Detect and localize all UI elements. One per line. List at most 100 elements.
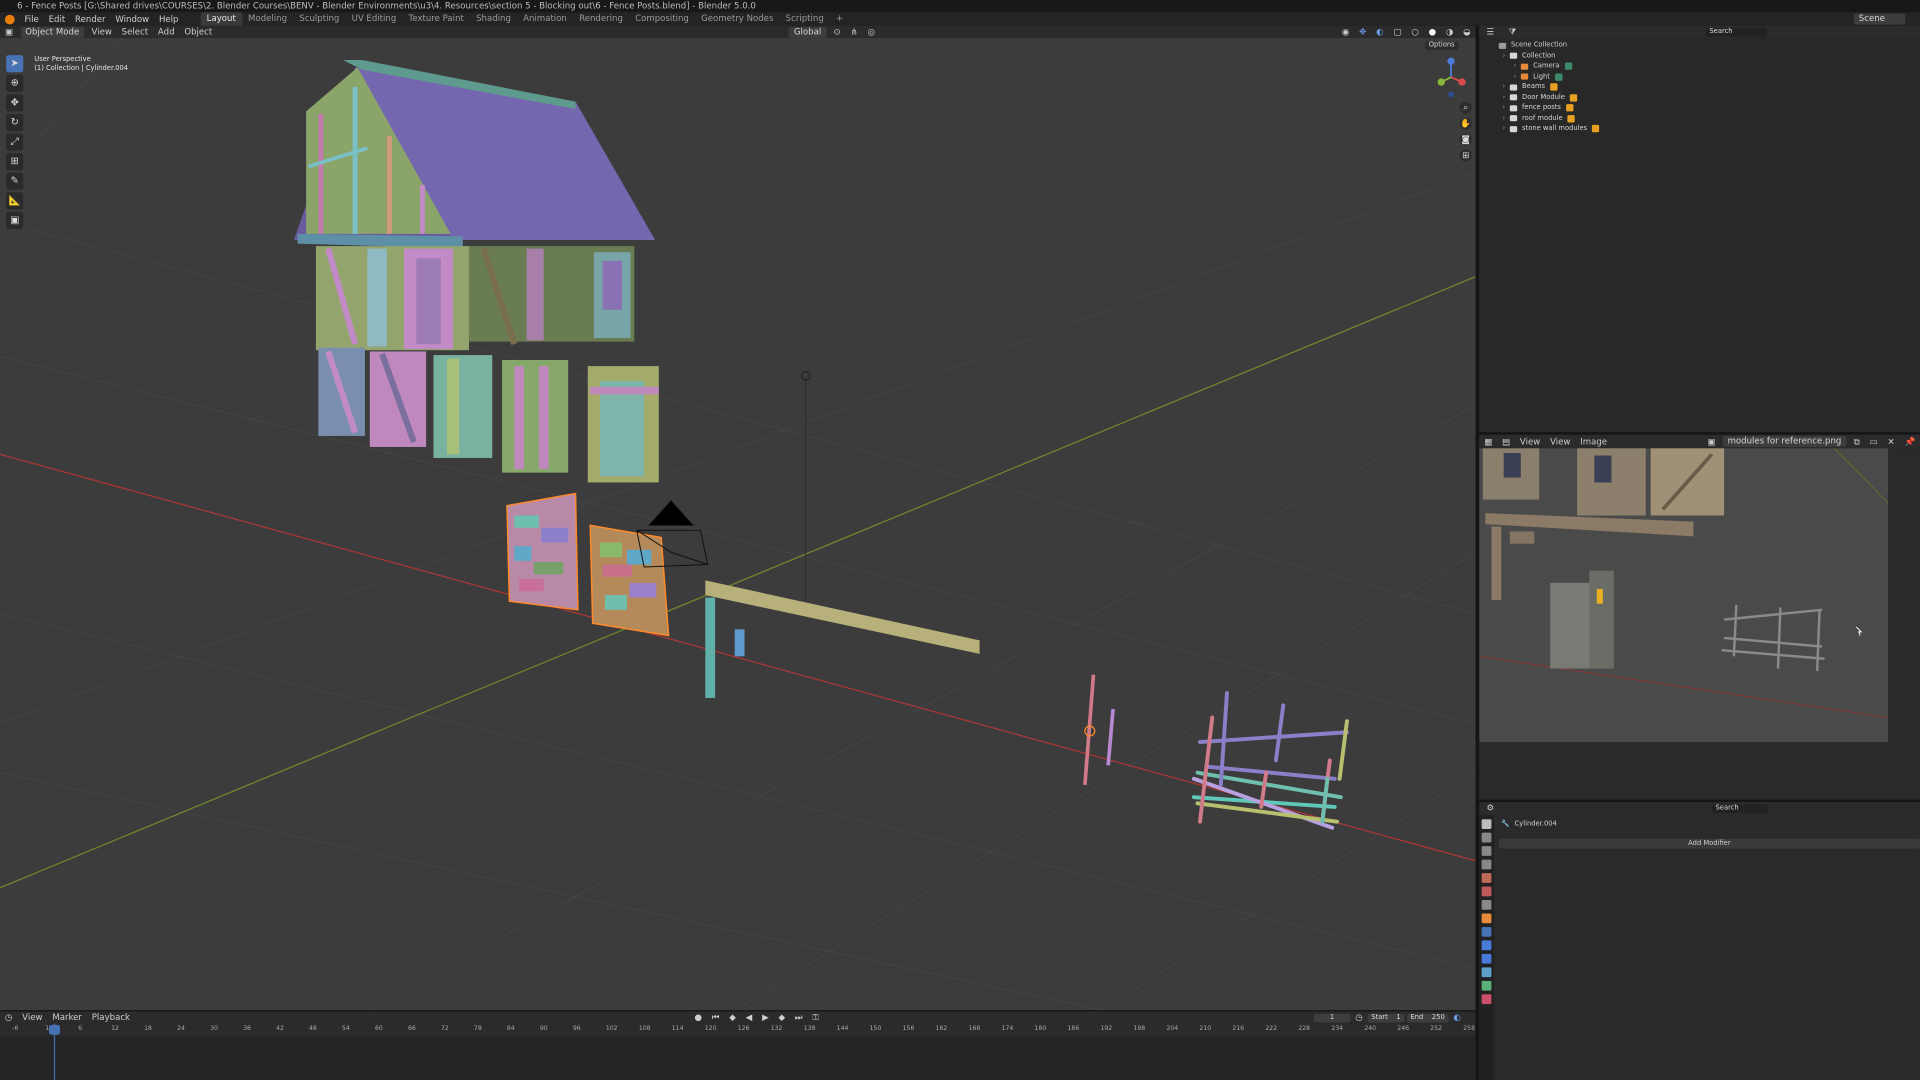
tab-shading[interactable]: Shading	[470, 12, 517, 25]
add-workspace-button[interactable]: +	[830, 12, 849, 25]
end-frame-field[interactable]: End 250	[1406, 1013, 1449, 1022]
menu-file[interactable]: File	[20, 14, 44, 24]
chevron-icon[interactable]: ›	[1502, 103, 1509, 113]
snap-icon[interactable]: ⋔	[846, 26, 863, 38]
shading-rendered-icon[interactable]: ◒	[1458, 26, 1475, 38]
shading-solid-icon[interactable]: ●	[1424, 26, 1441, 38]
keying-icon[interactable]: ⚿	[808, 1011, 824, 1023]
scene-tab-icon[interactable]	[1481, 873, 1492, 883]
chevron-icon[interactable]: ›	[1502, 92, 1509, 102]
tab-scripting[interactable]: Scripting	[780, 12, 830, 25]
filter-icon[interactable]: ⧩	[1504, 26, 1521, 38]
tab-animation[interactable]: Animation	[517, 12, 573, 25]
chevron-icon[interactable]: ›	[1502, 124, 1509, 134]
shading-material-icon[interactable]: ◑	[1441, 26, 1458, 38]
chevron-icon[interactable]: ›	[1502, 82, 1509, 92]
prev-keyframe-icon[interactable]: ◆	[724, 1011, 740, 1023]
mode-selector[interactable]: Object Mode	[20, 26, 85, 38]
image-menu-view-0[interactable]: View	[1515, 437, 1545, 447]
viewport-menu-view[interactable]: View	[87, 27, 117, 37]
chevron-icon[interactable]: ›	[1513, 72, 1520, 82]
blender-logo-icon[interactable]	[4, 14, 15, 24]
image-editor-type-icon[interactable]: ▦	[1479, 435, 1497, 447]
tab-geometry-nodes[interactable]: Geometry Nodes	[695, 12, 780, 25]
preview-range-icon[interactable]: ◷	[1350, 1011, 1367, 1023]
current-frame-field[interactable]: 1	[1313, 1013, 1351, 1022]
object-name-field[interactable]: Cylinder.004	[1515, 820, 1557, 827]
outliner-item-roof-module[interactable]: › roof module	[1491, 113, 1920, 123]
output-tab-icon[interactable]	[1481, 846, 1492, 856]
navigation-gizmo[interactable]	[1433, 55, 1475, 102]
outliner-item-door-module[interactable]: › Door Module	[1491, 92, 1920, 102]
timeline-menu-view[interactable]: View	[17, 1013, 47, 1023]
shading-wireframe-icon[interactable]: ○	[1406, 26, 1423, 38]
image-view-mode-icon[interactable]: ▤	[1497, 435, 1515, 447]
ortho-toggle-icon[interactable]: ⊞	[1459, 149, 1472, 162]
chevron-icon[interactable]: ›	[1502, 113, 1509, 123]
proportional-edit-icon[interactable]: ◎	[863, 26, 880, 38]
jump-start-icon[interactable]: ⏮	[707, 1011, 725, 1023]
zoom-icon[interactable]: ⌕	[1459, 101, 1472, 114]
rotate-tool-icon[interactable]: ↻	[6, 113, 24, 132]
overlay-toggle-icon[interactable]: ◐	[1371, 26, 1388, 38]
collection-tab-icon[interactable]	[1481, 900, 1492, 910]
modifier-tab-icon[interactable]	[1481, 926, 1492, 937]
timeline-menu-playback[interactable]: Playback	[87, 1013, 135, 1023]
menu-edit[interactable]: Edit	[44, 14, 70, 24]
menu-render[interactable]: Render	[70, 14, 110, 24]
outliner-item-light[interactable]: › Light	[1491, 72, 1920, 82]
next-keyframe-icon[interactable]: ◆	[774, 1011, 790, 1023]
material-tab-icon[interactable]	[1481, 994, 1492, 1005]
scene-selector[interactable]: Scene	[1853, 13, 1906, 25]
close-image-icon[interactable]: ✕	[1883, 435, 1900, 447]
outliner-item-beams[interactable]: › Beams	[1491, 82, 1920, 92]
image-menu-image-2[interactable]: Image	[1575, 437, 1612, 447]
play-icon[interactable]: ▶	[757, 1011, 773, 1023]
pan-icon[interactable]: ✋	[1459, 117, 1472, 130]
transform-tool-icon[interactable]: ⊞	[6, 153, 24, 171]
particles-tab-icon[interactable]	[1481, 940, 1492, 951]
menu-help[interactable]: Help	[154, 14, 183, 24]
outliner-item-fence-posts[interactable]: › fence posts	[1491, 103, 1920, 113]
record-icon[interactable]: ●	[690, 1011, 707, 1023]
image-menu-view-1[interactable]: View	[1545, 437, 1575, 447]
constraints-tab-icon[interactable]	[1481, 967, 1492, 978]
select-tool-icon[interactable]: ➤	[6, 55, 24, 73]
tool-tab-icon[interactable]	[1481, 819, 1492, 829]
viewport-menu-select[interactable]: Select	[117, 27, 153, 37]
menu-window[interactable]: Window	[110, 14, 154, 24]
tab-rendering[interactable]: Rendering	[573, 12, 629, 25]
jump-end-icon[interactable]: ⏭	[790, 1011, 808, 1023]
cursor-tool-icon[interactable]: ⊕	[6, 74, 24, 92]
tab-compositing[interactable]: Compositing	[629, 12, 695, 25]
data-tab-icon[interactable]	[1481, 980, 1492, 991]
camera-view-icon[interactable]: ◙	[1459, 133, 1472, 146]
properties-search[interactable]: Search	[1711, 804, 1769, 814]
outliner-editor-icon[interactable]: ☰	[1482, 26, 1499, 38]
tab-uv-editing[interactable]: UV Editing	[345, 12, 402, 25]
timeline-editor-icon[interactable]: ◷	[0, 1011, 17, 1023]
timeline-view-icon[interactable]: ◐	[1448, 1011, 1465, 1023]
playhead-handle[interactable]	[48, 1024, 61, 1035]
scale-tool-icon[interactable]: ⤢	[6, 133, 24, 151]
image-editor-canvas[interactable]	[1479, 448, 1920, 801]
visibility-icon[interactable]: ◉	[1337, 26, 1354, 38]
editor-type-icon[interactable]: ▣	[0, 26, 18, 38]
tab-modeling[interactable]: Modeling	[242, 12, 293, 25]
properties-editor-icon[interactable]: ⚙	[1482, 802, 1499, 814]
chevron-icon[interactable]: ›	[1502, 51, 1509, 61]
chevron-icon[interactable]: ›	[1513, 61, 1520, 71]
open-image-icon[interactable]: ▭	[1865, 435, 1883, 447]
3d-viewport[interactable]: ➤ ⊕ ✥ ↻ ⤢ ⊞ ✎ 📐 ▣ User Perspective (1) C…	[0, 37, 1476, 1011]
tab-sculpting[interactable]: Sculpting	[293, 12, 345, 25]
start-frame-field[interactable]: Start 1	[1367, 1013, 1405, 1022]
object-tab-icon[interactable]	[1481, 913, 1492, 924]
outliner-search[interactable]: Search	[1705, 27, 1767, 37]
tab-texture-paint[interactable]: Texture Paint	[402, 12, 470, 25]
render-tab-icon[interactable]	[1481, 832, 1492, 843]
timeline-menu-marker[interactable]: Marker	[47, 1013, 86, 1023]
move-tool-icon[interactable]: ✥	[6, 94, 24, 112]
view-layer-tab-icon[interactable]	[1481, 859, 1492, 870]
tab-layout[interactable]: Layout	[200, 12, 242, 26]
pivot-icon[interactable]: ⊙	[829, 26, 846, 38]
